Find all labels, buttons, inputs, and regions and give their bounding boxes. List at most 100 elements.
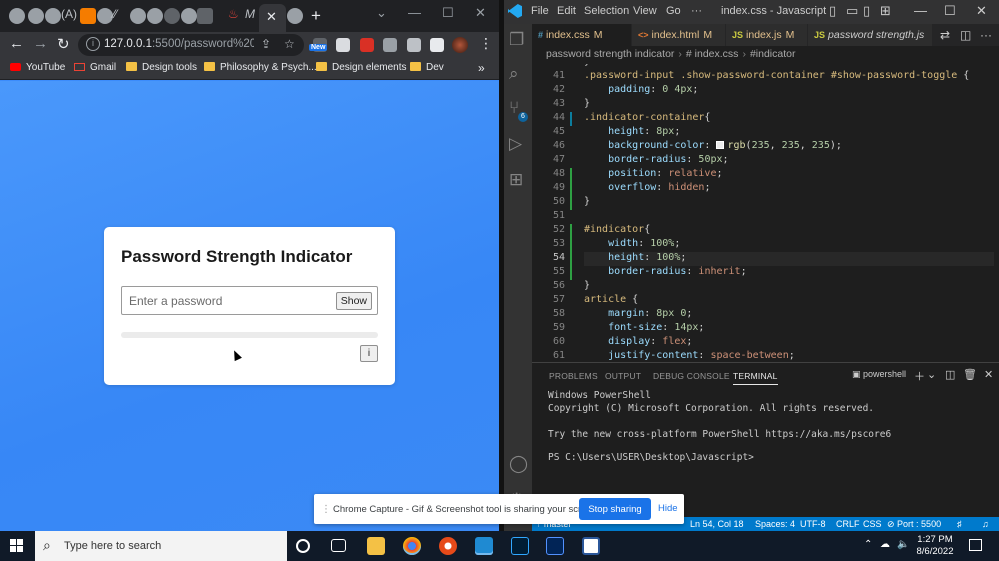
stop-sharing-button[interactable]: Stop sharing	[579, 498, 651, 520]
breadcrumb-folder[interactable]: password strength indicator	[546, 48, 674, 60]
status-indentation[interactable]: Spaces: 4	[755, 519, 795, 529]
code-line[interactable]: padding: 0 4px;	[584, 84, 698, 98]
code-line[interactable]: article {	[584, 294, 638, 308]
code-line[interactable]: .password-input .show-password-container…	[584, 70, 969, 84]
info-button[interactable]: i	[360, 345, 378, 362]
code-line[interactable]: #indicator{	[584, 224, 650, 238]
editor-more-icon[interactable]: ···	[980, 28, 992, 42]
close-panel-icon[interactable]: ✕	[984, 368, 993, 381]
tab-favicon-dev-icon[interactable]: ⁄⁄	[113, 7, 117, 21]
new-tab-button[interactable]: +	[311, 6, 321, 26]
terminal-dropdown-icon[interactable]: ⌄	[927, 368, 936, 381]
code-line[interactable]: border-radius: 50px;	[584, 154, 728, 168]
tab-favicon-google-icon[interactable]	[97, 8, 113, 24]
code-line[interactable]: }	[584, 98, 590, 112]
tab-favicon-java-icon[interactable]: ♨	[228, 7, 239, 21]
tab-index-css[interactable]: # index.css M	[532, 24, 632, 46]
code-line-current[interactable]: height: 100%;	[584, 252, 994, 266]
panel-tab-problems[interactable]: PROBLEMS	[549, 371, 598, 381]
task-view-icon[interactable]	[331, 539, 346, 552]
code-line[interactable]: justify-content: space-between;	[584, 350, 795, 362]
code-line[interactable]: font-size: 14px;	[584, 322, 704, 336]
cortana-icon[interactable]	[296, 539, 310, 553]
menu-file[interactable]: File	[531, 5, 549, 17]
menu-view[interactable]: View	[633, 5, 657, 17]
word-icon[interactable]	[582, 537, 600, 555]
status-cursor-position[interactable]: Ln 54, Col 18	[690, 519, 744, 529]
file-explorer-icon[interactable]	[367, 537, 385, 555]
tab-favicon-settings-icon[interactable]	[28, 8, 44, 24]
color-swatch-icon[interactable]	[716, 141, 725, 149]
code-line[interactable]: position: relative;	[584, 168, 722, 182]
url-text[interactable]: 127.0.0.1:5500/password%20st...	[104, 38, 254, 50]
minimize-icon[interactable]: —	[408, 5, 421, 20]
tab-favicon-medium-icon[interactable]: M	[245, 7, 255, 21]
maximize-icon[interactable]: ☐	[442, 5, 454, 21]
tab-favicon-code-icon[interactable]: (A)	[61, 7, 77, 21]
taskbar-search[interactable]: ⌕ Type here to search	[35, 531, 287, 561]
panel-tab-terminal[interactable]: TERMINAL	[733, 371, 778, 385]
split-terminal-icon[interactable]: ◫	[945, 368, 955, 381]
code-line[interactable]: .indicator-container{	[584, 112, 710, 126]
bookmarks-overflow-icon[interactable]: »	[478, 61, 485, 75]
bookmark-youtube[interactable]: YouTube	[10, 62, 65, 73]
chevron-down-icon[interactable]: ⌄	[376, 5, 387, 21]
forward-icon[interactable]: →	[33, 35, 48, 52]
extensions-puzzle-icon[interactable]	[407, 38, 421, 52]
code-line[interactable]: width: 100%;	[584, 238, 680, 252]
tab-favicon-app-icon[interactable]	[80, 8, 96, 24]
bookmark-design-elements[interactable]: Design elements	[316, 62, 406, 73]
new-terminal-icon[interactable]: ＋	[914, 368, 925, 384]
breadcrumb-symbol[interactable]: #indicator	[750, 48, 796, 60]
side-panel-icon[interactable]	[430, 38, 444, 52]
active-tab[interactable]: ✕	[259, 4, 286, 32]
kill-terminal-icon[interactable]: 🗑	[963, 368, 977, 381]
media-app-icon[interactable]	[439, 537, 457, 555]
tab-password-strength-js[interactable]: JS password strength.js	[808, 24, 933, 46]
tab-favicon-google2-icon[interactable]	[287, 8, 303, 24]
tab-favicon-wiki-icon[interactable]	[164, 8, 180, 24]
site-info-icon[interactable]: i	[86, 37, 100, 51]
compare-changes-icon[interactable]: ⇄	[940, 28, 950, 42]
code-content[interactable]: } .password-input .show-password-containe…	[584, 64, 994, 362]
share-icon[interactable]: ⇪	[261, 37, 271, 51]
tab-index-html[interactable]: <> index.html M	[632, 24, 726, 46]
drag-handle-icon[interactable]: ⋮	[321, 504, 331, 515]
tab-favicon-chrome-icon[interactable]	[9, 8, 25, 24]
profile-avatar[interactable]	[452, 37, 468, 53]
vscode-minimize-icon[interactable]: —	[914, 3, 927, 18]
extension-capture-icon[interactable]	[336, 38, 350, 52]
tab-favicon-doc-icon[interactable]	[197, 8, 213, 24]
notification-center-icon[interactable]	[969, 539, 982, 551]
show-password-toggle[interactable]: Show	[335, 292, 372, 310]
hide-button[interactable]: Hide	[658, 503, 678, 514]
tab-favicon-gear-icon[interactable]	[45, 8, 61, 24]
bookmark-philosophy[interactable]: Philosophy & Psych...	[204, 62, 317, 73]
back-icon[interactable]: ←	[9, 35, 24, 52]
code-line[interactable]: margin: 8px 0;	[584, 308, 692, 322]
taskbar-clock[interactable]: 1:27 PM 8/6/2022	[911, 534, 959, 558]
extension-shield-icon[interactable]	[360, 38, 374, 52]
search-icon[interactable]: ⌕	[509, 64, 519, 84]
tab-index-js[interactable]: JS index.js M	[726, 24, 808, 46]
layout-customize-icon[interactable]: ⊞	[880, 3, 891, 19]
split-editor-icon[interactable]: ◫	[960, 28, 971, 42]
tab-close-icon[interactable]: ✕	[266, 9, 277, 25]
bookmark-design-tools[interactable]: Design tools	[126, 62, 197, 73]
accounts-icon[interactable]: ◯	[509, 454, 528, 474]
powershell-icon[interactable]	[546, 537, 564, 555]
windows-start-icon[interactable]	[10, 539, 24, 553]
bookmark-star-icon[interactable]: ☆	[284, 37, 295, 51]
feedback-icon[interactable]: ♯	[957, 519, 962, 529]
run-debug-icon[interactable]: ▷	[509, 134, 522, 154]
panel-tab-debug-console[interactable]: DEBUG CONSOLE	[653, 371, 730, 381]
code-line[interactable]: background-color: rgb(235, 235, 235);	[584, 140, 842, 154]
tray-chevron-icon[interactable]: ⌃	[864, 539, 872, 550]
vscode-close-icon[interactable]: ✕	[976, 3, 987, 19]
extensions-icon[interactable]: ⊞	[509, 170, 523, 190]
chrome-menu-icon[interactable]: ⋮	[479, 35, 493, 52]
panel-tab-output[interactable]: OUTPUT	[605, 371, 641, 381]
bookmark-dev[interactable]: Dev	[410, 62, 444, 73]
layout-sidebar-icon[interactable]: ▯	[829, 3, 836, 19]
volume-icon[interactable]: 🔈	[897, 539, 909, 550]
